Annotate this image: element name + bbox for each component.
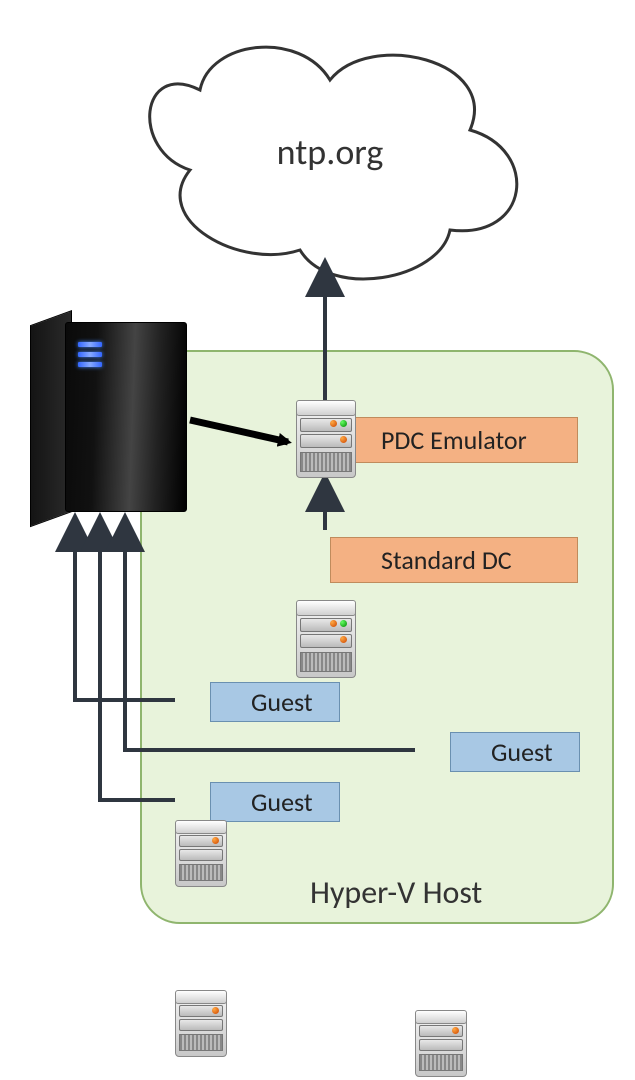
guest-a-label-box: Guest (210, 682, 340, 722)
host-tower-icon (30, 310, 200, 520)
guest-a-server-icon (170, 820, 230, 890)
guest-b-server-icon (170, 990, 230, 1060)
hyperv-host-label: Hyper-V Host (310, 873, 482, 912)
stddc-label-box: Standard DC (330, 537, 578, 583)
cloud-label: ntp.org (230, 130, 430, 174)
stddc-server-icon (290, 600, 360, 680)
pdc-server-icon (290, 400, 360, 480)
pdc-label-box: PDC Emulator (330, 417, 578, 463)
guest-b-label-box: Guest (210, 782, 340, 822)
guest-c-label-box: Guest (450, 732, 580, 772)
diagram-stage: Hyper-V Host ntp.org (0, 0, 635, 950)
guest-c-server-icon (410, 1010, 470, 1080)
